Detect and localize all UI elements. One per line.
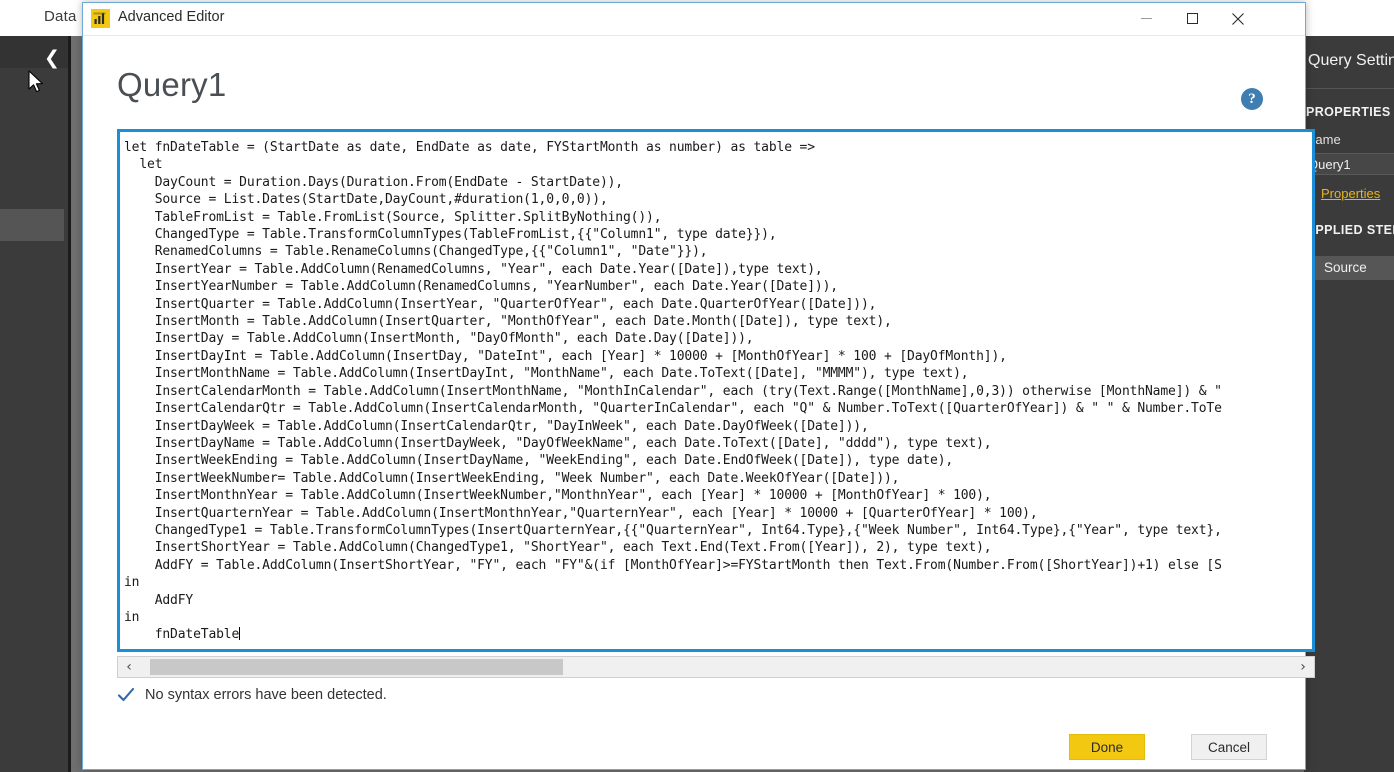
query-settings-title: Query Settings — [1308, 52, 1394, 69]
code-editor-frame: let fnDateTable = (StartDate as date, En… — [117, 129, 1315, 652]
code-editor[interactable]: let fnDateTable = (StartDate as date, En… — [120, 132, 1312, 649]
chevron-left-icon[interactable]: ❮ — [44, 48, 62, 68]
help-icon[interactable]: ? — [1241, 88, 1263, 110]
ribbon-tab-data[interactable]: Data — [44, 8, 77, 25]
scroll-left-icon[interactable]: ‹ — [118, 657, 140, 677]
screen: Data ❮ Query Settings PROPERTIES Name Qu… — [0, 0, 1394, 772]
cancel-button[interactable]: Cancel — [1191, 734, 1267, 760]
status-text: No syntax errors have been detected. — [145, 687, 387, 703]
syntax-status: No syntax errors have been detected. — [117, 686, 387, 704]
code-text[interactable]: let fnDateTable = (StartDate as date, En… — [120, 132, 1312, 644]
query-settings-pane: Query Settings PROPERTIES Name Query1 Pr… — [1304, 36, 1394, 772]
done-button[interactable]: Done — [1069, 734, 1145, 760]
dialog-title: Advanced Editor — [118, 9, 225, 25]
query-name-input[interactable]: Query1 — [1304, 153, 1394, 175]
text-caret — [239, 627, 241, 641]
divider — [1304, 88, 1394, 89]
applied-step-source[interactable]: Source — [1314, 256, 1394, 280]
dialog-titlebar[interactable]: Advanced Editor — [83, 3, 1305, 36]
check-icon — [117, 686, 135, 704]
all-properties-link[interactable]: Properties — [1321, 186, 1380, 201]
minimize-button[interactable] — [1123, 3, 1169, 34]
maximize-button[interactable] — [1169, 3, 1215, 34]
advanced-editor-dialog: Advanced Editor Query1 ? let fnDateTable… — [82, 2, 1315, 770]
applied-steps-heading: APPLIED STEPS — [1306, 223, 1394, 237]
horizontal-scrollbar[interactable]: ‹ › — [117, 656, 1315, 678]
close-button[interactable] — [1215, 3, 1261, 34]
properties-heading: PROPERTIES — [1306, 105, 1391, 119]
scroll-right-icon[interactable]: › — [1292, 657, 1314, 677]
power-bi-icon — [91, 9, 110, 28]
page-title: Query1 — [117, 66, 227, 103]
scrollbar-thumb[interactable] — [150, 659, 563, 675]
left-queries-panel — [0, 36, 70, 772]
query-list-item[interactable] — [0, 209, 64, 241]
